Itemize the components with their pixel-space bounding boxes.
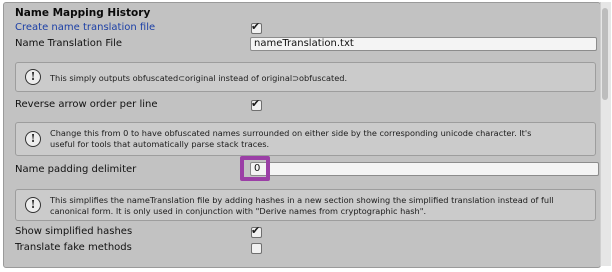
info-icon: ! xyxy=(25,197,41,213)
info-icon: ! xyxy=(25,131,41,147)
highlight-box xyxy=(240,156,270,181)
info-icon: ! xyxy=(25,69,41,85)
checkmark-icon: ✔ xyxy=(251,97,261,110)
help-text-simplify-line1: This simplifies the nameTranslation file… xyxy=(50,195,554,205)
help-box-outputs: ! This simply outputs obfuscated⊂origina… xyxy=(15,62,596,92)
translate-fake-methods-checkbox[interactable] xyxy=(251,243,262,254)
help-box-padding: ! Change this from 0 to have obfuscated … xyxy=(15,122,596,156)
padding-delimiter-label: Name padding delimiter xyxy=(15,164,137,175)
scrollbar-thumb[interactable] xyxy=(602,8,608,100)
section-title: Name Mapping History xyxy=(15,7,151,19)
translation-file-label: Name Translation File xyxy=(15,38,123,49)
checkmark-icon: ✔ xyxy=(251,224,261,237)
help-box-simplify: ! This simplifies the nameTranslation fi… xyxy=(15,189,596,221)
show-simplified-hashes-label: Show simplified hashes xyxy=(15,226,133,237)
translation-file-input[interactable]: nameTranslation.txt xyxy=(250,37,597,51)
help-text-simplify-line2: canonical form. It is only used in conju… xyxy=(50,206,427,216)
translate-fake-methods-label: Translate fake methods xyxy=(15,242,132,253)
checkmark-icon: ✔ xyxy=(251,20,261,33)
create-translation-file-checkbox[interactable]: ✔ xyxy=(251,20,262,34)
reverse-arrow-label: Reverse arrow order per line xyxy=(15,99,158,110)
padding-delimiter-input[interactable]: 0 xyxy=(250,162,599,176)
show-simplified-hashes-checkbox[interactable]: ✔ xyxy=(251,224,262,238)
reverse-arrow-checkbox[interactable]: ✔ xyxy=(251,97,262,111)
help-text-outputs: This simply outputs obfuscated⊂original … xyxy=(50,73,348,83)
help-text-padding-line1: Change this from 0 to have obfuscated na… xyxy=(50,128,532,138)
create-translation-file-label[interactable]: Create name translation file xyxy=(15,21,155,35)
help-text-padding-line2: useful for tools that automatically pars… xyxy=(50,139,270,149)
